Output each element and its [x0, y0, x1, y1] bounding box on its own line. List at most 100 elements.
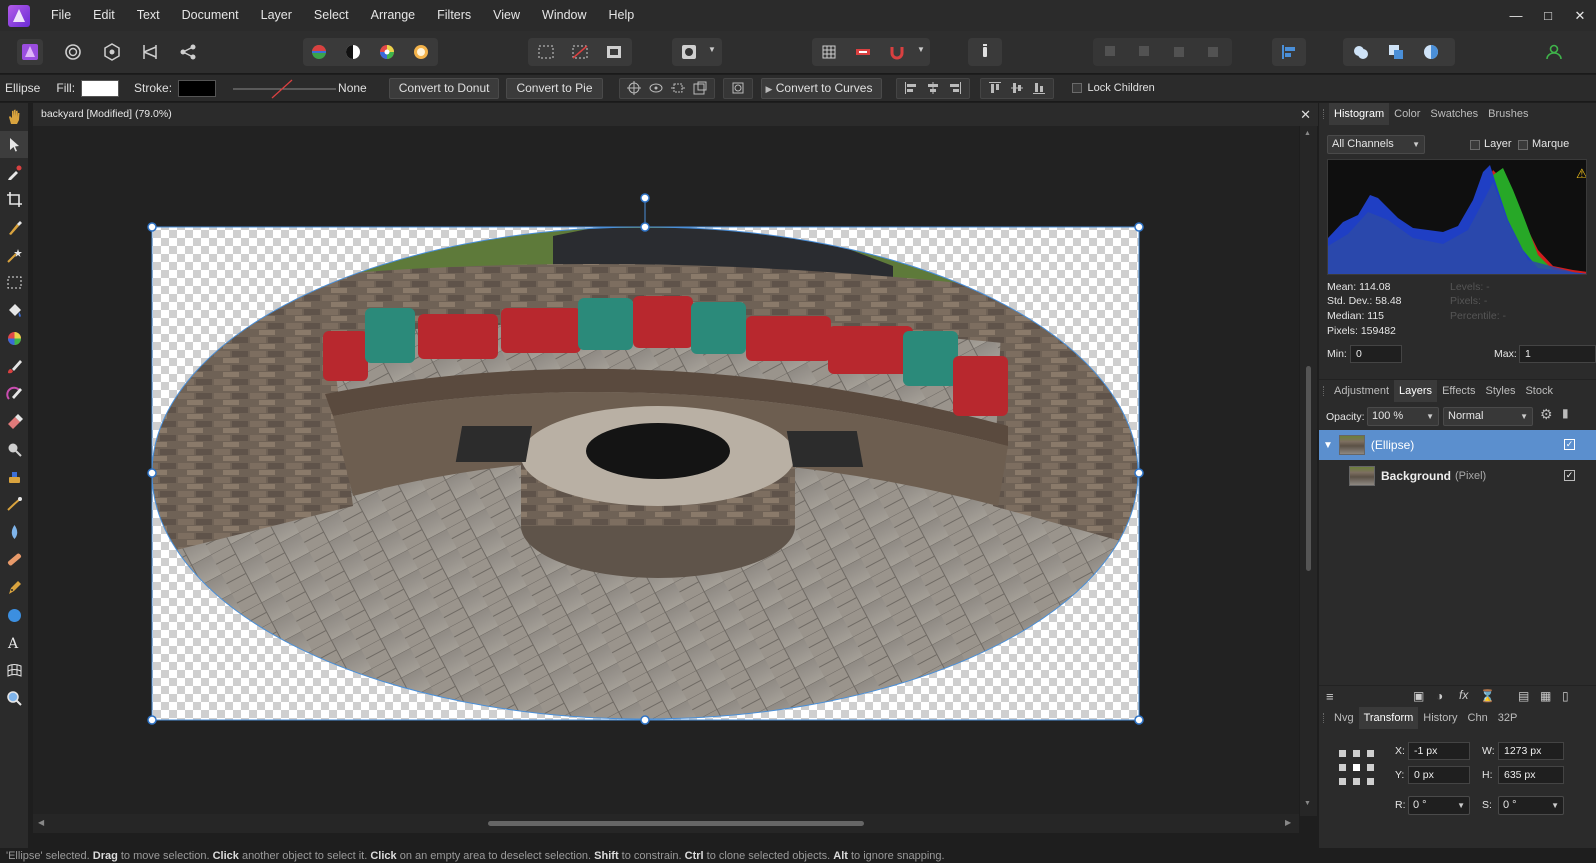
info-icon[interactable] — [972, 39, 998, 65]
tab-color[interactable]: Color — [1389, 103, 1425, 125]
healing-brush-tool-icon[interactable] — [0, 546, 28, 574]
live-filter-icon[interactable]: ⌛ — [1480, 689, 1495, 703]
add-pixel-layer-icon[interactable]: ▦ — [1540, 689, 1551, 703]
user-account-icon[interactable] — [1541, 39, 1567, 65]
layer-visibility-checkbox[interactable]: ✓ — [1564, 470, 1575, 481]
view-tool-hand-icon[interactable] — [0, 103, 28, 131]
close-document-icon[interactable]: ✕ — [1300, 103, 1311, 126]
menu-window[interactable]: Window — [531, 0, 597, 31]
move-tool-icon[interactable] — [0, 130, 28, 159]
scroll-right-icon[interactable]: ▶ — [1285, 818, 1291, 827]
export-persona-icon[interactable] — [175, 39, 201, 65]
menu-text[interactable]: Text — [126, 0, 171, 31]
horizontal-scroll-thumb[interactable] — [488, 821, 864, 826]
panel-grip-icon[interactable] — [1319, 103, 1329, 125]
add-mask-icon[interactable]: ▣ — [1413, 689, 1424, 703]
blur-brush-tool-icon[interactable] — [0, 518, 28, 546]
anchor-point-selector[interactable] — [1338, 749, 1376, 787]
move-back-one-icon[interactable] — [1132, 39, 1158, 65]
align-top-icon[interactable] — [984, 80, 1006, 97]
scroll-left-icon[interactable]: ◀ — [38, 818, 44, 827]
photo-persona-icon[interactable] — [17, 39, 43, 65]
layer-row-background[interactable]: Background (Pixel) ✓ — [1319, 461, 1596, 491]
histogram-min-field[interactable]: 0 — [1350, 345, 1402, 363]
convert-to-curves-button[interactable]: ▶ Convert to Curves — [760, 77, 883, 99]
lock-children-checkbox[interactable] — [1072, 83, 1083, 93]
transform-origin-icon[interactable] — [623, 80, 645, 97]
tab-effects[interactable]: Effects — [1437, 380, 1480, 402]
tab-transform[interactable]: Transform — [1358, 707, 1419, 729]
transform-y-field[interactable]: 0 px — [1408, 766, 1470, 784]
tab-histogram[interactable]: Histogram — [1329, 103, 1390, 125]
zoom-tool-icon[interactable] — [0, 684, 28, 712]
tone-mapping-persona-icon[interactable] — [137, 39, 163, 65]
handle-bottom[interactable] — [640, 715, 650, 725]
handle-left[interactable] — [147, 468, 157, 478]
guides-icon[interactable] — [850, 39, 876, 65]
transform-x-field[interactable]: -1 px — [1408, 742, 1470, 760]
quick-mask-dropdown-icon[interactable]: ▼ — [708, 45, 716, 54]
recolor-icon[interactable] — [408, 39, 434, 65]
grid-icon[interactable] — [816, 39, 842, 65]
menu-help[interactable]: Help — [598, 0, 646, 31]
stroke-swatch[interactable] — [178, 79, 217, 97]
subtract-shape-icon[interactable] — [1383, 39, 1409, 65]
add-shape-icon[interactable] — [1348, 39, 1374, 65]
align-center-icon[interactable] — [922, 80, 944, 97]
pen-tool-icon[interactable] — [0, 574, 28, 602]
align-bottom-icon[interactable] — [1028, 80, 1050, 97]
snapping-dropdown-icon[interactable]: ▼ — [917, 45, 925, 54]
histogram-max-field[interactable]: 1 — [1519, 345, 1596, 363]
vertical-scroll-thumb[interactable] — [1306, 366, 1311, 571]
handle-right[interactable] — [1134, 468, 1144, 478]
opacity-dropdown[interactable]: 100 % ▼ — [1367, 407, 1439, 426]
menu-layer[interactable]: Layer — [250, 0, 303, 31]
white-balance-icon[interactable] — [340, 39, 366, 65]
canvas-artwork[interactable] — [33, 126, 1299, 814]
convert-to-donut-button[interactable]: Convert to Donut — [388, 77, 500, 99]
reset-selection-box-icon[interactable] — [727, 80, 749, 97]
minimize-button[interactable]: — — [1500, 8, 1532, 23]
move-to-front-icon[interactable] — [1200, 39, 1226, 65]
crop-tool-icon[interactable] — [0, 186, 28, 214]
tab-styles[interactable]: Styles — [1481, 380, 1521, 402]
intersect-shape-icon[interactable] — [1418, 39, 1444, 65]
transform-rotation-dropdown[interactable]: 0 ° ▼ — [1408, 796, 1470, 815]
transform-h-field[interactable]: 635 px — [1498, 766, 1564, 784]
tab-layers[interactable]: Layers — [1394, 379, 1438, 402]
align-middle-icon[interactable] — [1006, 80, 1028, 97]
tab-adjustment[interactable]: Adjustment — [1329, 380, 1394, 402]
canvas[interactable] — [33, 126, 1299, 814]
panel-grip-icon[interactable] — [1319, 707, 1329, 729]
layers-stack-icon[interactable]: ≡ — [1326, 689, 1334, 704]
menu-document[interactable]: Document — [171, 0, 250, 31]
transform-w-field[interactable]: 1273 px — [1498, 742, 1564, 760]
handle-bottom-left[interactable] — [147, 715, 157, 725]
liquify-persona-icon[interactable] — [60, 39, 86, 65]
layer-settings-gear-icon[interactable]: ⚙ — [1540, 406, 1553, 423]
ellipse-tool-icon[interactable] — [0, 601, 28, 629]
move-forward-one-icon[interactable] — [1166, 39, 1192, 65]
group-folder-icon[interactable]: ▤ — [1518, 689, 1529, 703]
tab-stock[interactable]: Stock — [1520, 380, 1558, 402]
fx-icon[interactable]: fx — [1459, 688, 1468, 702]
develop-persona-icon[interactable] — [99, 39, 125, 65]
horizontal-scrollbar[interactable]: ◀ ▶ — [33, 814, 1299, 833]
handle-top-left[interactable] — [147, 222, 157, 232]
hsl-icon[interactable] — [374, 39, 400, 65]
sponge-tool-icon[interactable] — [0, 463, 28, 491]
smudge-tool-icon[interactable] — [0, 491, 28, 519]
scale-icon[interactable] — [667, 80, 689, 97]
artistic-text-tool-icon[interactable]: A — [0, 629, 28, 657]
tab-channels[interactable]: Chn — [1463, 707, 1493, 729]
quick-mask-icon[interactable] — [676, 39, 702, 65]
convert-to-pie-button[interactable]: Convert to Pie — [506, 77, 603, 99]
color-picker-tool-icon[interactable] — [0, 158, 28, 186]
stroke-style-selector[interactable] — [228, 78, 338, 99]
histogram-channel-dropdown[interactable]: All Channels ▼ — [1327, 135, 1425, 154]
paint-brush-tool-icon[interactable] — [0, 352, 28, 380]
gradient-tool-icon[interactable] — [0, 325, 28, 353]
maximize-button[interactable]: □ — [1532, 8, 1564, 23]
fit-icon[interactable] — [689, 80, 711, 97]
flood-fill-tool-icon[interactable] — [0, 297, 28, 325]
